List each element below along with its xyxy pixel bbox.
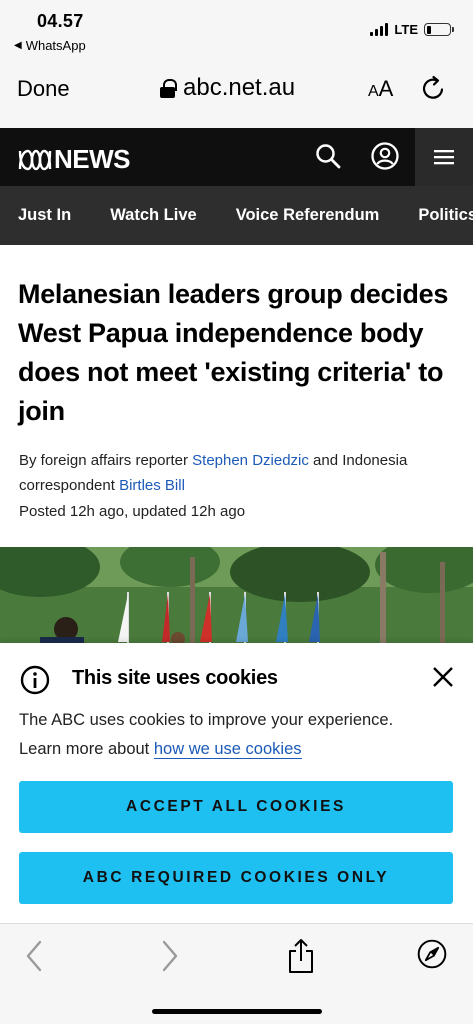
back-icon[interactable]	[18, 938, 50, 974]
close-icon[interactable]	[430, 664, 456, 690]
reload-icon[interactable]	[420, 74, 448, 102]
byline-prefix: By foreign affairs reporter	[19, 452, 193, 469]
done-button[interactable]: Done	[17, 76, 70, 102]
signal-icon	[370, 23, 389, 36]
status-bar: 04.57 ◀ WhatsApp LTE	[0, 0, 473, 62]
network-label: LTE	[394, 22, 418, 37]
menu-button[interactable]	[415, 128, 473, 186]
home-indicator	[152, 1009, 322, 1014]
hamburger-menu-icon	[434, 150, 454, 165]
nav-item-voice-referendum[interactable]: Voice Referendum	[236, 206, 380, 225]
compass-icon[interactable]	[416, 936, 448, 972]
cookie-text-line-2: Learn more about how we use cookies	[19, 735, 459, 764]
nav-item-watch-live[interactable]: Watch Live	[110, 206, 197, 225]
status-time: 04.57	[37, 11, 84, 31]
article-headline: Melanesian leaders group decides West Pa…	[18, 279, 449, 426]
abc-lissajous-icon	[18, 149, 52, 170]
cookie-banner-title: This site uses cookies	[72, 667, 278, 689]
cookie-text-prefix: Learn more about	[19, 740, 154, 758]
browser-toolbar	[0, 923, 473, 1024]
status-indicators: LTE	[370, 22, 454, 37]
battery-level	[426, 25, 431, 34]
author-link-stephen-dziedzic[interactable]: Stephen Dziedzic	[192, 452, 309, 469]
info-icon	[20, 665, 50, 695]
back-app-label: WhatsApp	[25, 38, 86, 53]
posted-time: Posted 12h ago, updated 12h ago	[19, 503, 246, 520]
browser-bar: Done abc.net.au AA	[0, 62, 473, 128]
text-size-large: A	[378, 76, 394, 101]
author-link-birtles-bill[interactable]: Birtles Bill	[119, 477, 185, 494]
accept-all-cookies-button[interactable]: ACCEPT ALL COOKIES	[19, 781, 453, 833]
hero-photo-flags	[0, 547, 473, 645]
text-size-button[interactable]: AA	[368, 76, 393, 102]
search-icon[interactable]	[313, 141, 343, 171]
forward-icon[interactable]	[154, 938, 186, 974]
cookie-policy-link[interactable]: how we use cookies	[153, 740, 302, 759]
account-icon[interactable]	[370, 141, 400, 171]
battery-icon	[424, 23, 454, 36]
cookie-banner-text: The ABC uses cookies to improve your exp…	[19, 706, 459, 764]
url-field[interactable]: abc.net.au	[160, 74, 295, 102]
byline: By foreign affairs reporter Stephen Dzie…	[19, 449, 459, 498]
nav-item-politics[interactable]: Politics	[418, 206, 473, 225]
site-header: NEWS	[0, 128, 473, 186]
abc-news-logo[interactable]: NEWS	[18, 144, 131, 175]
back-triangle-icon: ◀	[14, 40, 22, 51]
cookie-banner: This site uses cookies The ABC uses cook…	[0, 643, 473, 923]
back-to-app-button[interactable]: ◀ WhatsApp	[14, 38, 86, 53]
logo-text: NEWS	[54, 144, 131, 174]
share-icon[interactable]	[285, 938, 317, 974]
section-nav: Just In Watch Live Voice Referendum Poli…	[0, 186, 473, 245]
article: Melanesian leaders group decides West Pa…	[0, 245, 473, 645]
lock-icon	[160, 78, 177, 98]
required-cookies-only-button[interactable]: ABC REQUIRED COOKIES ONLY	[19, 852, 453, 904]
hero-image	[0, 547, 473, 645]
text-size-small: A	[368, 83, 379, 100]
cookie-text-line-1: The ABC uses cookies to improve your exp…	[19, 711, 394, 729]
url-text: abc.net.au	[183, 74, 296, 101]
nav-item-just-in[interactable]: Just In	[18, 206, 71, 225]
